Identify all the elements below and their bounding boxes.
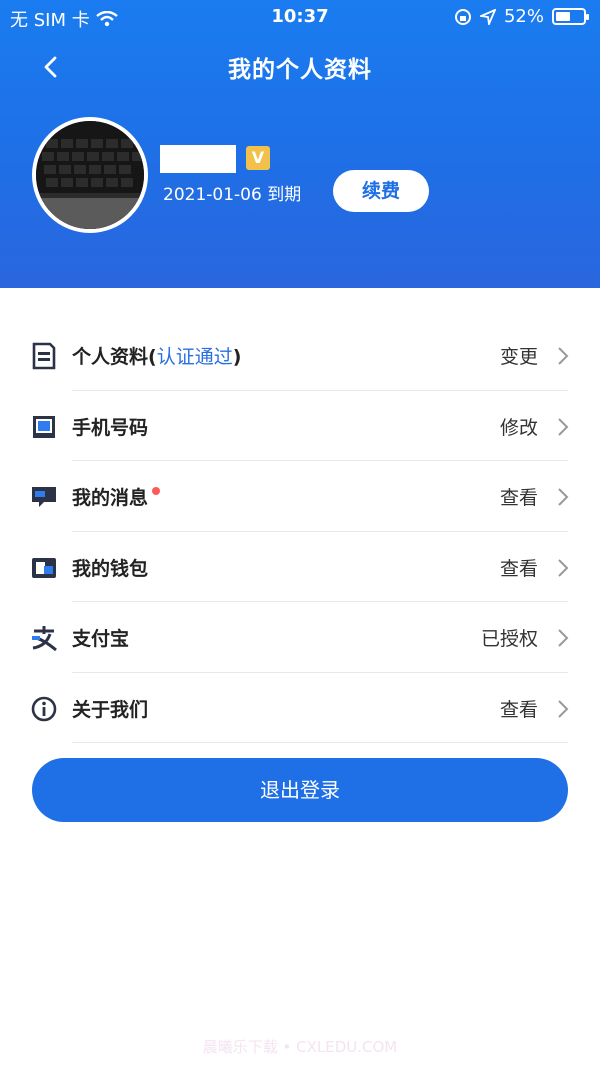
battery-icon <box>552 8 589 25</box>
profile-action: 变更 <box>499 346 538 368</box>
profile-label: 个人资料(认证通过) <box>72 346 242 368</box>
messages-action: 查看 <box>499 487 538 509</box>
status-bar: 无 SIM 卡 10:37 52% <box>0 0 600 34</box>
wallet-label: 我的钱包 <box>72 557 149 580</box>
renew-button[interactable]: 续费 <box>333 170 429 212</box>
message-icon <box>32 487 56 507</box>
unread-dot <box>152 487 161 495</box>
username-redacted <box>160 145 236 173</box>
chevron-right-icon <box>558 629 569 647</box>
chevron-right-icon <box>558 558 569 577</box>
phone-label: 手机号码 <box>72 416 149 439</box>
vip-badge-icon: V <box>246 146 270 170</box>
chevron-right-icon <box>558 417 569 436</box>
verified-text: 认证通过 <box>156 346 233 368</box>
list-item-alipay[interactable]: 支付宝 已授权 <box>0 602 600 673</box>
about-label: 关于我们 <box>72 698 149 721</box>
wallet-action: 查看 <box>499 557 538 580</box>
avatar[interactable] <box>32 117 148 233</box>
wallet-icon <box>32 557 56 578</box>
rotation-lock-icon <box>454 8 471 25</box>
chevron-right-icon <box>558 488 569 506</box>
alipay-icon <box>32 626 57 652</box>
phone-action: 修改 <box>499 416 538 439</box>
alipay-status: 已授权 <box>480 628 538 650</box>
status-right: 52% <box>454 6 589 27</box>
location-icon <box>479 8 496 25</box>
list-item-phone[interactable]: 手机号码 修改 <box>0 391 600 461</box>
expire-date: 2021-01-06 到期 <box>163 185 302 205</box>
divider <box>72 742 568 743</box>
alipay-label: 支付宝 <box>72 628 130 650</box>
list-item-profile[interactable]: 个人资料(认证通过) 变更 <box>0 320 600 391</box>
settings-list: 个人资料(认证通过) 变更 手机号码 修改 我的消息 查看 我的钱包 查看 支付… <box>0 320 600 743</box>
chevron-right-icon <box>558 347 569 365</box>
watermark: 晨曦乐下载 • CXLEDU.COM <box>202 1038 398 1056</box>
page-title: 我的个人资料 <box>228 57 372 83</box>
info-icon <box>31 696 57 721</box>
battery-percent: 52% <box>503 6 544 27</box>
list-item-about[interactable]: 关于我们 查看 <box>0 673 600 743</box>
list-item-wallet[interactable]: 我的钱包 查看 <box>0 532 600 602</box>
profile-header: 无 SIM 卡 10:37 52% 我的个人资料 V 2021-01-06 到期… <box>0 0 600 288</box>
list-item-messages[interactable]: 我的消息 查看 <box>0 461 600 532</box>
chevron-right-icon <box>558 699 569 718</box>
phone-icon <box>33 415 55 438</box>
about-action: 查看 <box>499 698 538 721</box>
profile-card-icon <box>32 342 56 370</box>
avatar-image <box>36 121 144 229</box>
logout-button[interactable]: 退出登录 <box>32 758 568 822</box>
messages-label: 我的消息 <box>72 483 161 510</box>
